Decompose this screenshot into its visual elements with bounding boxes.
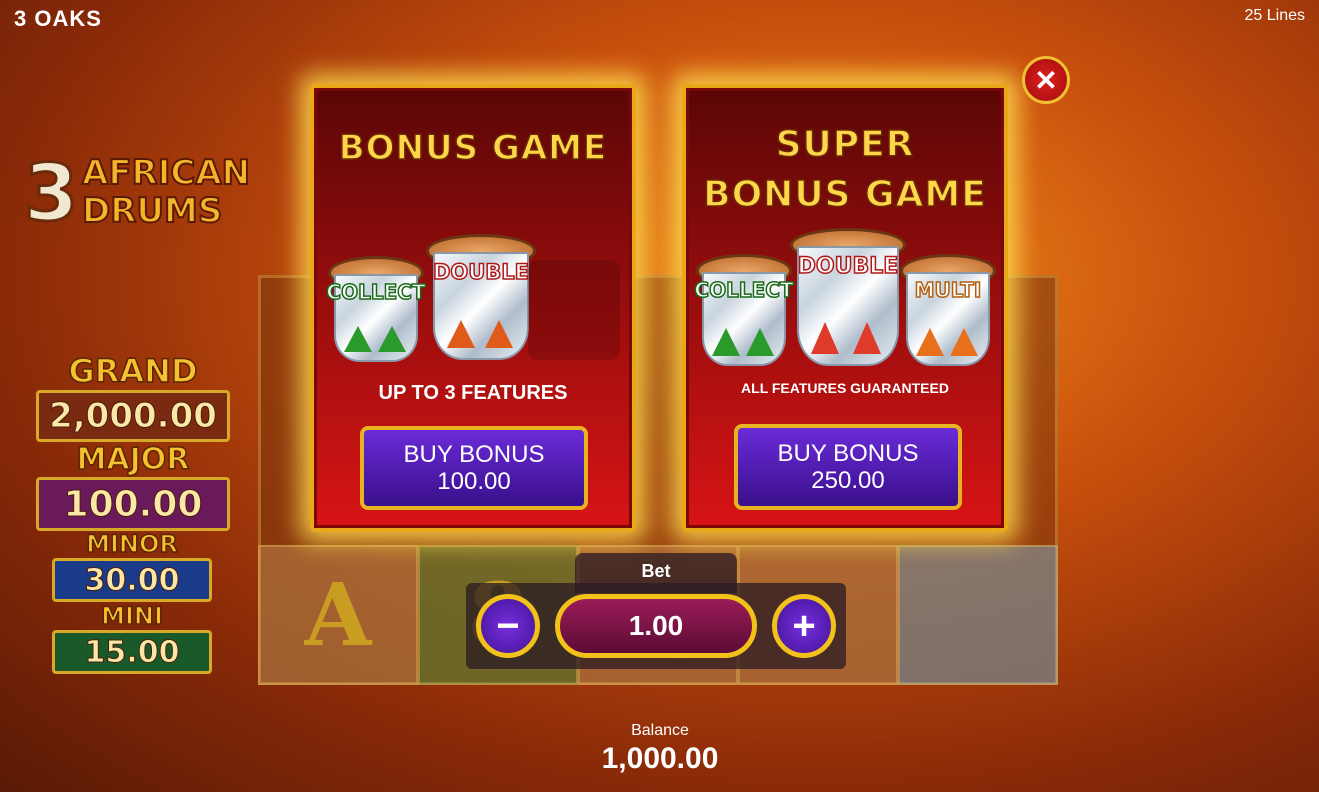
logo-line-1: AFRICAN: [81, 153, 251, 193]
jackpot-value: 2,000.00: [36, 390, 230, 442]
bet-value-display: 1.00: [555, 594, 757, 658]
reel-symbol-a: A: [258, 545, 418, 685]
bet-decrease-button[interactable]: −: [476, 594, 540, 658]
bonus-game-title: BONUS GAME: [338, 127, 608, 169]
drum-label: MULTI: [914, 277, 982, 303]
jackpot-value: 100.00: [36, 477, 230, 531]
drum-label: DOUBLE: [432, 259, 530, 285]
super-bonus-title-line-2: BONUS GAME: [702, 173, 987, 216]
jackpot-name: MINOR: [85, 529, 178, 559]
super-bonus-title-line-1: SUPER: [775, 123, 915, 166]
buy-bonus-price: 100.00: [437, 468, 511, 495]
super-bonus-game-panel: SUPER BONUS GAME COLLECT MULTI DOUBLE AL…: [682, 84, 1008, 532]
buy-bonus-button[interactable]: BUY BONUS 100.00: [360, 426, 588, 510]
buy-bonus-label: BUY BONUS: [777, 440, 919, 467]
locked-drum-placeholder: [528, 260, 620, 360]
jackpot-grand: GRAND 2,000.00: [36, 351, 230, 442]
buy-super-bonus-button[interactable]: BUY BONUS 250.00: [734, 424, 962, 510]
balance-display: Balance 1,000.00: [560, 722, 760, 776]
collect-drum: COLLECT: [694, 254, 794, 366]
double-drum: DOUBLE: [790, 228, 906, 366]
brand-logo: 3 OAKS: [14, 6, 102, 31]
super-bonus-title: SUPER BONUS GAME: [686, 120, 1004, 220]
logo-number: 3: [22, 149, 79, 240]
bet-label: Bet: [641, 561, 671, 581]
bonus-features-text: UP TO 3 FEATURES: [378, 382, 568, 404]
jackpot-name: MINI: [100, 601, 163, 631]
lines-indicator: 25 Lines: [1244, 7, 1306, 24]
balance-label: Balance: [631, 722, 689, 739]
close-icon: ✕: [1034, 64, 1058, 96]
jackpot-major: MAJOR 100.00: [36, 441, 230, 531]
collect-drum: COLLECT: [326, 256, 426, 362]
close-button[interactable]: ✕: [1022, 56, 1070, 104]
bet-increase-button[interactable]: +: [772, 594, 836, 658]
buy-bonus-label: BUY BONUS: [403, 441, 545, 468]
super-bonus-features-text: ALL FEATURES GUARANTEED: [741, 380, 949, 396]
jackpot-minor: MINOR 30.00: [52, 529, 212, 602]
bet-value: 1.00: [628, 610, 684, 641]
buy-bonus-price: 250.00: [811, 467, 885, 494]
double-drum: DOUBLE: [426, 234, 536, 360]
drum-label: COLLECT: [326, 279, 427, 305]
multi-drum: MULTI: [900, 254, 996, 366]
bonus-game-panel: BONUS GAME COLLECT DOUBLE UP TO 3 FEATUR…: [310, 84, 636, 532]
logo-line-2: DRUMS: [81, 191, 223, 231]
jackpot-name: MAJOR: [76, 441, 190, 478]
jackpot-value: 30.00: [52, 558, 212, 602]
drum-label: DOUBLE: [797, 253, 899, 280]
logo-title: AFRICAN DRUMS: [81, 153, 251, 231]
jackpot-mini: MINI 15.00: [52, 601, 212, 674]
reel-symbol-antelope: [898, 545, 1058, 685]
jackpot-name: GRAND: [68, 351, 199, 391]
plus-icon: +: [792, 604, 816, 648]
drum-label: COLLECT: [694, 277, 795, 303]
game-logo: 3 AFRICAN DRUMS: [22, 149, 251, 240]
jackpot-value: 15.00: [52, 630, 212, 674]
balance-value: 1,000.00: [601, 742, 719, 775]
minus-icon: −: [496, 604, 520, 648]
